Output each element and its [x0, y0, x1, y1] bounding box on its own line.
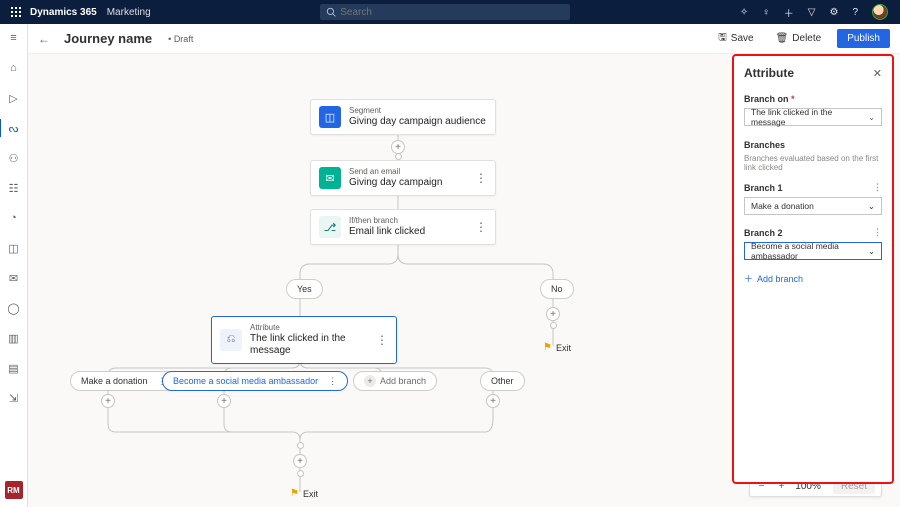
branch-yes: Yes — [286, 279, 323, 299]
people-icon[interactable]: ⚇ — [6, 150, 22, 166]
persona-badge[interactable]: RM — [5, 481, 23, 499]
branch-icon: ⎇ — [319, 216, 341, 238]
node-type: Send an email — [349, 167, 442, 177]
exit-marker: ⚑Exit — [543, 342, 571, 353]
status-badge: • Draft — [168, 34, 193, 44]
connector-dot — [550, 322, 557, 329]
branch-option-ambassador[interactable]: Become a social media ambassador⋮ — [162, 371, 348, 391]
library-icon[interactable]: ▥ — [6, 330, 22, 346]
add-icon[interactable]: ＋ — [784, 5, 794, 20]
delete-icon: 🗑 — [776, 33, 789, 44]
branch1-label: Branch 1 — [744, 183, 783, 193]
node-title: The link clicked in the message — [250, 333, 362, 357]
link-icon[interactable]: ◯ — [6, 300, 22, 316]
attribute-icon: ⎌ — [220, 329, 242, 351]
node-type: If/then branch — [349, 216, 425, 226]
panel-title: Attribute — [744, 66, 794, 80]
node-type: Segment — [349, 106, 486, 116]
email-icon: ✉ — [319, 167, 341, 189]
branch-no: No — [540, 279, 574, 299]
connector-dot — [297, 442, 304, 449]
global-search[interactable] — [320, 4, 570, 20]
branches-label: Branches — [744, 140, 882, 150]
asset-icon[interactable]: ▤ — [6, 360, 22, 376]
clock-icon[interactable]: ◔ — [6, 210, 22, 226]
branch2-label: Branch 2 — [744, 228, 783, 238]
add-branch-link[interactable]: ＋Add branch — [744, 272, 882, 285]
node-more-icon[interactable]: ⋮ — [469, 171, 487, 185]
app-name: Dynamics 365 — [30, 7, 97, 18]
node-more-icon[interactable]: ⋮ — [370, 333, 388, 347]
play-icon[interactable]: ▷ — [6, 90, 22, 106]
chevron-down-icon: ⌄ — [868, 246, 875, 257]
node-title: Giving day campaign audience — [349, 116, 486, 128]
add-step-button[interactable]: + — [293, 454, 307, 468]
expand-icon[interactable]: ⇲ — [6, 390, 22, 406]
home-icon[interactable]: ⌂ — [6, 60, 22, 76]
menu-icon[interactable]: ≡ — [6, 30, 22, 46]
publish-button[interactable]: Publish — [837, 29, 890, 48]
node-send-email[interactable]: ✉ Send an emailGiving day campaign ⋮ — [310, 160, 496, 196]
branch2-select[interactable]: Become a social media ambassador⌄ — [744, 242, 882, 260]
add-step-button[interactable]: + — [486, 394, 500, 408]
chevron-down-icon: ⌄ — [868, 113, 875, 122]
branch-on-select[interactable]: The link clicked in the message⌄ — [744, 108, 882, 126]
node-title: Giving day campaign — [349, 177, 442, 189]
segment-icon: ◫ — [319, 106, 341, 128]
add-branch-pill[interactable]: +Add branch — [353, 371, 437, 391]
node-type: Attribute — [250, 323, 362, 333]
save-button[interactable]: 🖫Save — [712, 27, 759, 50]
branch-other: Other — [480, 371, 525, 391]
module-name: Marketing — [107, 7, 151, 18]
delete-button[interactable]: 🗑Delete — [770, 30, 828, 47]
branch-on-label: Branch on * — [744, 94, 882, 104]
chevron-down-icon: ⌄ — [868, 201, 875, 212]
back-button[interactable]: ← — [38, 32, 50, 46]
branches-hint: Branches evaluated based on the first li… — [744, 154, 882, 172]
node-attribute[interactable]: ⎌ AttributeThe link clicked in the messa… — [211, 316, 397, 364]
form-icon[interactable]: ☷ — [6, 180, 22, 196]
plus-icon: + — [364, 375, 376, 387]
settings-icon[interactable]: ⚙ — [829, 7, 838, 18]
bulb-icon[interactable]: ♀ — [762, 7, 770, 18]
assistant-icon[interactable]: ✧ — [740, 7, 748, 18]
mail-icon[interactable]: ✉ — [6, 270, 22, 286]
branch1-more-icon[interactable]: ⋮ — [873, 182, 882, 193]
left-nav: ≡ ⌂ ▷ ᔓ ⚇ ☷ ◔ ◫ ✉ ◯ ▥ ▤ ⇲ RM — [0, 24, 28, 507]
connector-dot — [297, 470, 304, 477]
node-more-icon[interactable]: ⋮ — [469, 220, 487, 234]
journey-icon[interactable]: ᔓ — [6, 120, 22, 136]
add-step-button[interactable]: + — [391, 140, 405, 154]
flag-icon: ⚑ — [290, 488, 299, 499]
waffle-icon[interactable] — [6, 7, 26, 17]
branch1-select[interactable]: Make a donation⌄ — [744, 197, 882, 215]
connector-dot — [395, 153, 402, 160]
help-icon[interactable]: ? — [852, 7, 858, 18]
plus-icon: ＋ — [744, 272, 753, 285]
search-input[interactable] — [340, 7, 564, 18]
branch2-more-icon[interactable]: ⋮ — [873, 227, 882, 238]
add-step-button[interactable]: + — [546, 307, 560, 321]
filter-icon[interactable]: ▽ — [808, 7, 816, 18]
command-bar: ← Journey name • Draft 🖫Save 🗑Delete Pub… — [28, 24, 900, 54]
attribute-panel: Attribute ✕ Branch on * The link clicked… — [732, 54, 894, 484]
add-step-button[interactable]: + — [217, 394, 231, 408]
node-segment[interactable]: ◫ SegmentGiving day campaign audience — [310, 99, 496, 135]
close-icon[interactable]: ✕ — [873, 67, 882, 80]
exit-marker: ⚑Exit — [290, 488, 318, 499]
node-title: Email link clicked — [349, 226, 425, 238]
page-title: Journey name — [64, 31, 152, 46]
node-if-then[interactable]: ⎇ If/then branchEmail link clicked ⋮ — [310, 209, 496, 245]
add-step-button[interactable]: + — [101, 394, 115, 408]
flag-icon: ⚑ — [543, 342, 552, 353]
user-avatar[interactable] — [872, 4, 888, 20]
insights-icon[interactable]: ◫ — [6, 240, 22, 256]
save-icon: 🖫 — [718, 30, 727, 47]
pill-more-icon[interactable]: ⋮ — [328, 376, 337, 387]
